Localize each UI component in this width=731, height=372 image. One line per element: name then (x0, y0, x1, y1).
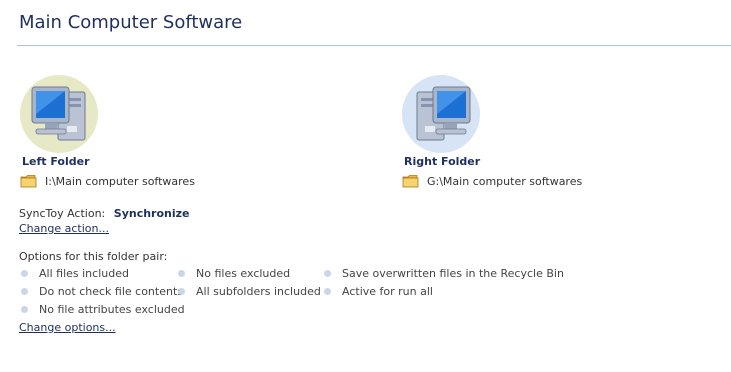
right-computer-icon (401, 74, 481, 154)
option-label: No file attributes excluded (39, 303, 185, 316)
option-item: All subfolders included (178, 285, 321, 298)
left-folder-path-text: I:\Main computer softwares (45, 174, 195, 188)
option-label: No files excluded (196, 267, 291, 280)
action-value: Synchronize (113, 207, 190, 220)
right-folder-path: G:\Main computer softwares (402, 174, 582, 188)
option-item: All files included (21, 267, 129, 280)
option-item: Active for run all (324, 285, 433, 298)
option-item: Do not check file contents (21, 285, 183, 298)
action-label: SyncToy Action: (19, 207, 106, 220)
bullet (178, 288, 185, 295)
bullet (21, 306, 28, 313)
option-label: Active for run all (342, 285, 433, 298)
options-heading: Options for this folder pair: (19, 250, 168, 263)
option-item: No files excluded (178, 267, 290, 280)
change-action-link[interactable]: Change action... (19, 222, 109, 235)
option-label: Save overwritten files in the Recycle Bi… (342, 267, 564, 280)
left-computer-icon (19, 74, 99, 154)
page-title: Main Computer Software (19, 12, 243, 33)
bullet (324, 288, 331, 295)
bullet (324, 270, 331, 277)
bullet (21, 288, 28, 295)
left-folder-heading: Left Folder (22, 155, 90, 168)
change-options-link[interactable]: Change options... (19, 321, 116, 334)
synctoy-action: SyncToy Action: Synchronize (19, 207, 190, 220)
title-divider (17, 45, 731, 46)
option-label: All subfolders included (196, 285, 321, 298)
right-folder-heading: Right Folder (404, 155, 481, 168)
bullet (21, 270, 28, 277)
option-item: Save overwritten files in the Recycle Bi… (324, 267, 564, 280)
option-label: Do not check file contents (39, 285, 184, 298)
right-folder-path-text: G:\Main computer softwares (427, 174, 583, 188)
bullet (178, 270, 185, 277)
option-label: All files included (39, 267, 129, 280)
option-item: No file attributes excluded (21, 303, 185, 316)
left-folder-path: I:\Main computer softwares (20, 174, 195, 188)
folder-icon (20, 174, 37, 188)
folder-icon (402, 174, 419, 188)
